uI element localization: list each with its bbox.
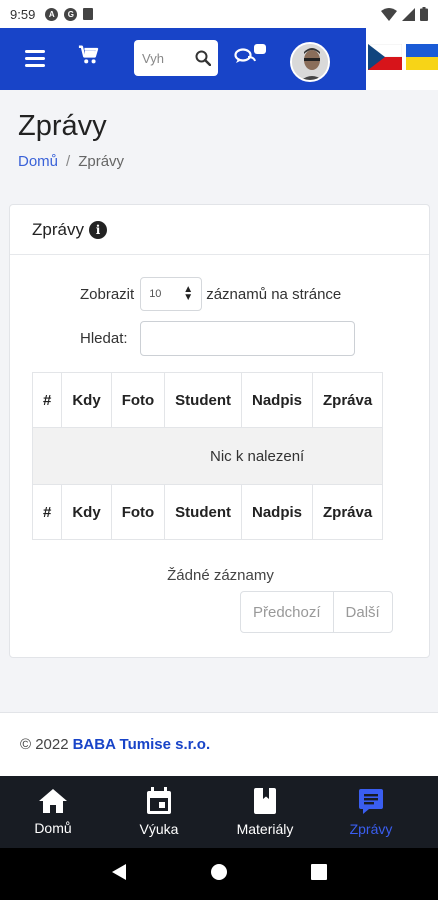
column-footer: Foto [110,484,166,540]
column-header[interactable]: Kdy [61,372,112,428]
page-title: Zprávy [18,110,107,142]
search-box[interactable]: Vyh [134,40,218,76]
book-icon [254,788,276,814]
back-icon[interactable] [111,863,127,886]
cz-flag-icon[interactable] [367,43,403,75]
breadcrumb-home-link[interactable]: Domů [18,153,58,170]
previous-page-button[interactable]: Předchozí [241,592,333,632]
pagination: Předchozí Další [240,591,393,633]
table-header-row: # Kdy Foto Student Nadpis Zpráva [32,372,384,428]
bottom-tab-bar: Domů Výuka Materiály Zprávy [0,776,438,848]
column-footer: Zpráva [312,484,384,540]
tab-label: Domů [34,820,72,836]
table-filter: Hledat: [80,321,355,356]
column-footer: # [32,484,63,540]
card-title: Zprávy [32,219,84,239]
tab-label: Zprávy [349,821,393,837]
column-header[interactable]: Foto [110,372,166,428]
column-header[interactable]: Zpráva [312,372,384,428]
breadcrumb-current: Zprávy [78,153,125,170]
filter-input[interactable] [139,321,355,356]
language-switcher [366,28,438,90]
messages-table-wrapper[interactable]: # Kdy Foto Student Nadpis Zpráva Nic k n… [32,372,431,540]
tab-home[interactable]: Domů [0,776,106,848]
search-input[interactable]: Vyh [142,51,188,66]
search-icon[interactable] [188,50,218,66]
copyright-text: © 2022 [20,736,69,753]
status-bar: 9:59 A G [0,0,438,28]
sd-card-icon [83,8,94,20]
notification-g-icon: G [64,7,78,21]
messages-table: # Kdy Foto Student Nadpis Zpráva Nic k n… [32,372,384,540]
home-icon [39,789,67,813]
length-label-before: Zobrazit [80,285,135,303]
empty-table-message: Nic k nalezení [32,427,384,485]
cart-icon[interactable] [78,44,100,71]
column-footer: Student [164,484,242,540]
tab-materialy[interactable]: Materiály [212,776,318,848]
system-navigation-bar [0,848,438,900]
ua-flag-icon[interactable] [406,43,438,75]
battery-icon [420,7,428,21]
menu-icon[interactable] [25,50,45,71]
table-footer-row: # Kdy Foto Student Nadpis Zpráva [32,484,384,540]
calendar-icon [147,787,171,814]
page-length-control: Zobrazit 10 ▲ ▼ záznamů na stránce [80,277,341,311]
info-icon[interactable]: i [88,220,107,239]
select-arrows-icon: ▲ ▼ [183,284,194,303]
tab-zpravy[interactable]: Zprávy [318,776,424,848]
tab-label: Materiály [236,821,294,837]
page-footer: © 2022 BABA Tumise s.r.o. [0,712,438,776]
message-icon [359,789,383,814]
filter-label: Hledat: [80,330,128,347]
table-row: Nic k nalezení [32,427,384,485]
chat-icon[interactable] [234,44,266,73]
messages-card: Zprávy i Zobrazit 10 ▲ ▼ záznamů na strán… [9,204,430,658]
length-label-after: záznamů na stránce [206,285,342,303]
chat-badge [254,44,266,54]
page-length-select[interactable]: 10 ▲ ▼ [140,277,203,311]
column-header[interactable]: Student [164,372,242,428]
column-header[interactable]: Nadpis [240,372,314,428]
wifi-icon [381,7,397,21]
signal-icon [402,7,415,21]
breadcrumb-separator: / [66,153,71,170]
next-page-button[interactable]: Další [332,592,392,632]
company-link[interactable]: BABA Tumise s.r.o. [73,736,211,753]
tab-label: Výuka [139,821,179,837]
column-header[interactable]: # [32,372,63,428]
status-time: 9:59 [10,6,36,22]
tab-vyuka[interactable]: Výuka [106,776,212,848]
home-button-icon[interactable] [210,863,228,886]
column-footer: Kdy [61,484,112,540]
notification-a-icon: A [45,7,59,21]
card-header: Zprávy i [10,205,429,255]
breadcrumb: Domů / Zprávy [18,153,124,170]
recents-icon[interactable] [310,863,327,885]
table-info: Žádné záznamy [167,567,274,584]
avatar[interactable] [290,42,330,82]
column-footer: Nadpis [240,484,314,540]
page-length-value: 10 [149,288,162,300]
